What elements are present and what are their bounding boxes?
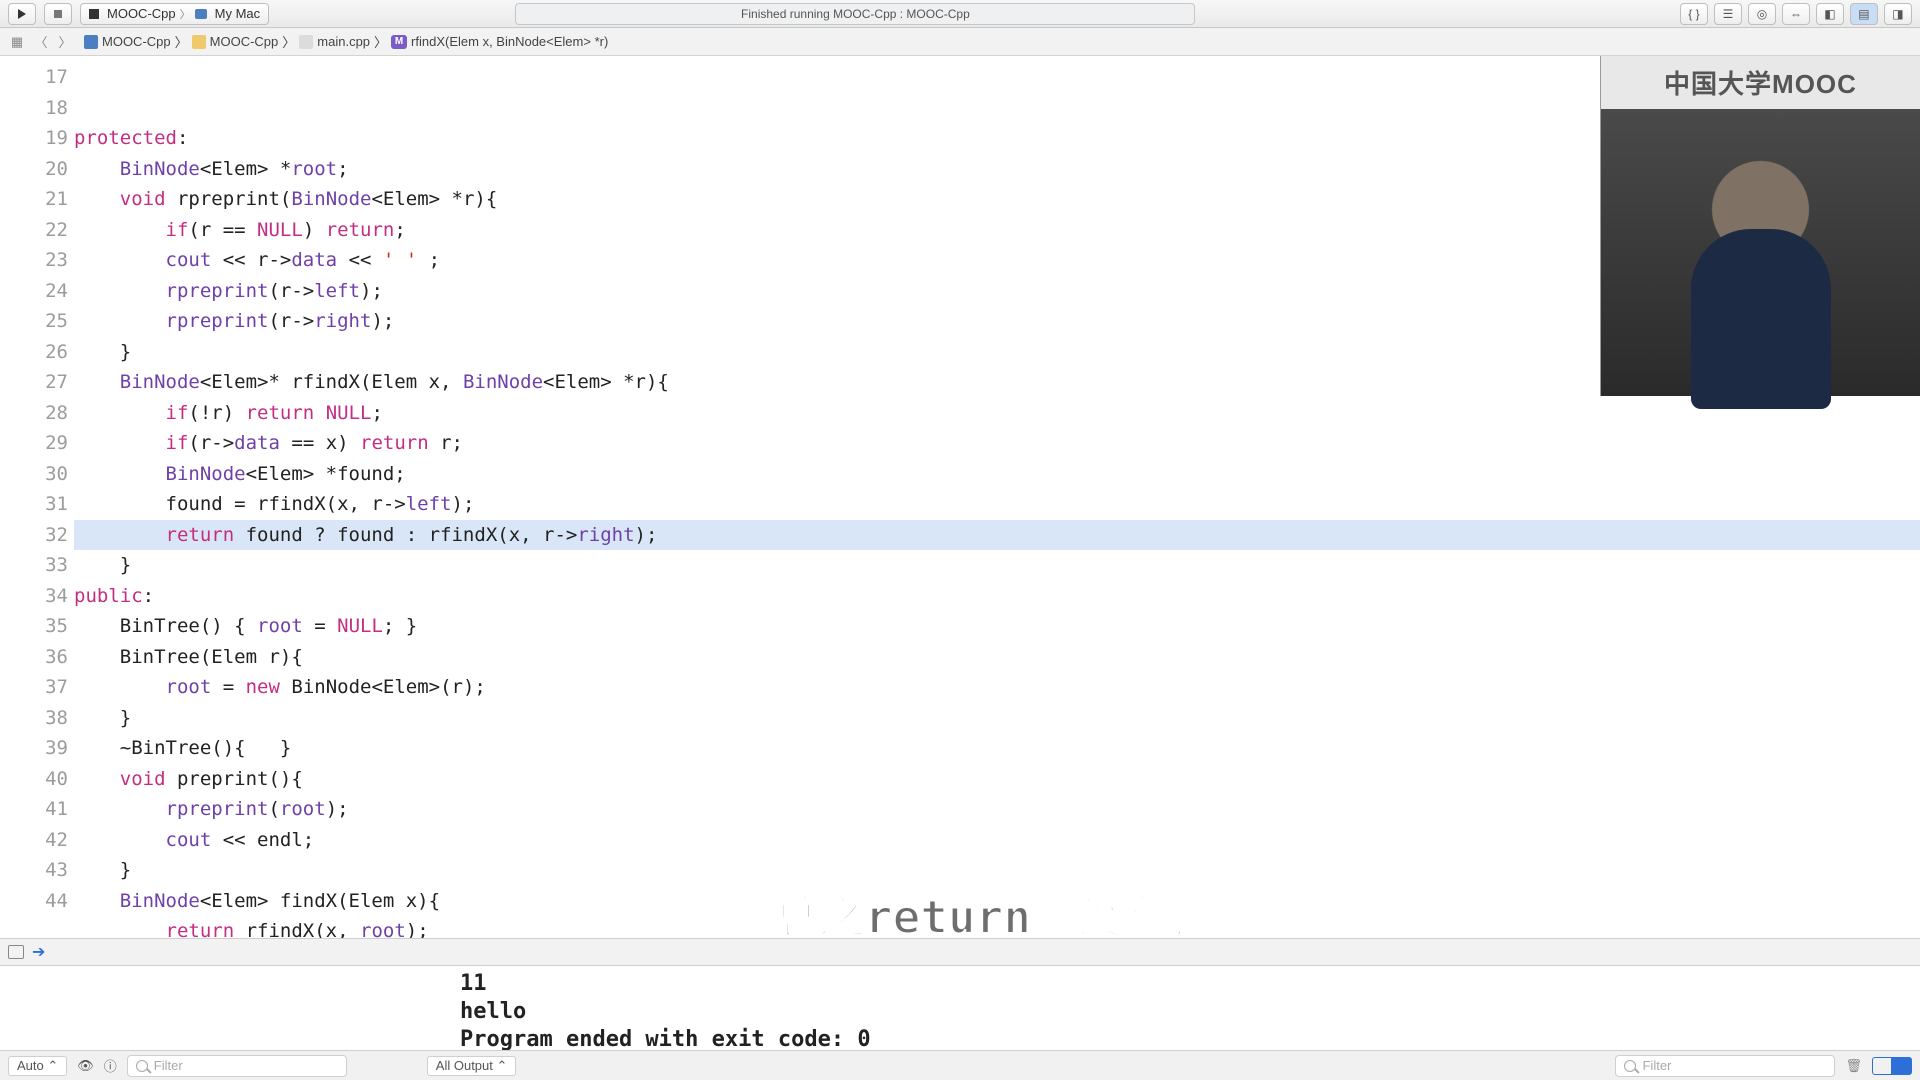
code-line[interactable]: public: — [74, 581, 1920, 612]
trash-icon[interactable]: 🗑 — [1845, 1058, 1862, 1074]
proj-icon — [84, 35, 98, 49]
code-line[interactable]: if(r->data == x) return r; — [74, 428, 1920, 459]
continue-arrow-icon[interactable]: ➔ — [32, 942, 45, 962]
code-line[interactable]: BinNode<Elem> *found; — [74, 459, 1920, 490]
square-icon — [89, 9, 99, 19]
code-line[interactable]: BinTree() { root = NULL; } — [74, 611, 1920, 642]
code-line[interactable]: if(!r) return NULL; — [74, 398, 1920, 429]
breadcrumb-segment[interactable]: MrfindX(Elem x, BinNode<Elem> *r) — [387, 34, 612, 49]
code-line[interactable]: ~BinTree(){ } — [74, 733, 1920, 764]
method-icon: M — [391, 35, 407, 49]
mac-icon — [195, 9, 207, 19]
stop-button[interactable] — [44, 3, 72, 25]
variables-filter-input[interactable]: Filter — [127, 1055, 347, 1077]
code-line[interactable]: void preprint(){ — [74, 764, 1920, 795]
output-label: All Output — [436, 1058, 493, 1073]
presenter-figure — [1601, 109, 1920, 396]
folder-icon — [192, 35, 206, 49]
eye-icon[interactable]: 👁 — [77, 1058, 94, 1074]
breadcrumb-segment[interactable]: main.cpp — [295, 34, 374, 49]
search-icon — [1624, 1060, 1636, 1072]
code-line[interactable]: } — [74, 855, 1920, 886]
jump-bar: ▦ 〈 〉 MOOC-Cpp〉MOOC-Cpp〉main.cpp〉MrfindX… — [0, 28, 1920, 56]
toggle-breakpoints-icon[interactable] — [8, 945, 24, 959]
breadcrumb-segment[interactable]: MOOC-Cpp — [188, 34, 283, 49]
code-line[interactable]: } — [74, 550, 1920, 581]
auto-label: Auto — [17, 1058, 44, 1073]
chevron-right-icon: 〉 — [180, 6, 191, 22]
debug-bar: ➔ — [0, 938, 1920, 966]
search-icon — [136, 1060, 148, 1072]
run-button[interactable] — [8, 3, 36, 25]
code-line[interactable]: root = new BinNode<Elem>(r); — [74, 672, 1920, 703]
review-button[interactable]: ⇔ — [1782, 3, 1810, 25]
panel-bottom-button[interactable]: ▤ — [1850, 3, 1878, 25]
chevron-right-icon: 〉 — [282, 32, 295, 51]
code-line[interactable]: cout << endl; — [74, 825, 1920, 856]
status-text: Finished running MOOC-Cpp : MOOC-Cpp — [741, 7, 970, 21]
breadcrumb-segment[interactable]: MOOC-Cpp — [80, 34, 175, 49]
version-editor-button[interactable]: ◎ — [1748, 3, 1776, 25]
chevron-right-icon: 〉 — [175, 32, 188, 51]
cpp-icon — [299, 35, 313, 49]
editor-area: 1718192021222324252627282930313233343536… — [0, 56, 1920, 938]
scheme-selector[interactable]: MOOC-Cpp 〉 My Mac — [80, 3, 269, 25]
webcam-overlay: 中国大学MOOC — [1600, 56, 1920, 396]
panel-right-button[interactable]: ◨ — [1884, 3, 1912, 25]
activity-status: Finished running MOOC-Cpp : MOOC-Cpp — [515, 3, 1195, 25]
code-line[interactable]: rpreprint(root); — [74, 794, 1920, 825]
assistant-editor-button[interactable]: ☰ — [1714, 3, 1742, 25]
bottom-toolbar: Auto ⌃ 👁 ⓘ Filter All Output ⌃ Filter 🗑 — [0, 1050, 1920, 1080]
scheme-project-label: MOOC-Cpp — [107, 6, 176, 21]
filter-placeholder: Filter — [154, 1058, 183, 1073]
code-line[interactable]: BinTree(Elem r){ — [74, 642, 1920, 673]
output-console[interactable]: 11 hello Program ended with exit code: 0 — [0, 966, 1920, 1050]
filter-placeholder: Filter — [1642, 1058, 1671, 1073]
scheme-target-label: My Mac — [215, 6, 261, 21]
code-line[interactable]: return rfindX(x, root); — [74, 916, 1920, 938]
breadcrumb-label: MOOC-Cpp — [102, 34, 171, 49]
code-line[interactable]: found = rfindX(x, r->left); — [74, 489, 1920, 520]
standard-editor-button[interactable]: { } — [1680, 3, 1708, 25]
code-line[interactable]: return found ? found : rfindX(x, r->righ… — [74, 520, 1920, 551]
back-button[interactable]: 〈 — [30, 32, 52, 52]
mooc-logo: 中国大学MOOC — [1601, 56, 1920, 109]
forward-button[interactable]: 〉 — [54, 32, 76, 52]
line-number-gutter: 1718192021222324252627282930313233343536… — [0, 56, 68, 938]
breadcrumb-label: main.cpp — [317, 34, 370, 49]
breadcrumb[interactable]: MOOC-Cpp〉MOOC-Cpp〉main.cpp〉MrfindX(Elem … — [80, 32, 612, 51]
console-output-selector[interactable]: All Output ⌃ — [427, 1056, 517, 1076]
chevron-right-icon: 〉 — [374, 32, 387, 51]
variables-view-selector[interactable]: Auto ⌃ — [8, 1056, 67, 1076]
code-line[interactable]: BinNode<Elem> findX(Elem x){ — [74, 886, 1920, 917]
panel-left-button[interactable]: ◧ — [1816, 3, 1844, 25]
ide-toolbar: MOOC-Cpp 〉 My Mac Finished running MOOC-… — [0, 0, 1920, 28]
code-line[interactable]: } — [74, 703, 1920, 734]
console-filter-input[interactable]: Filter — [1615, 1055, 1835, 1077]
related-items-button[interactable]: ▦ — [6, 32, 28, 52]
breadcrumb-label: rfindX(Elem x, BinNode<Elem> *r) — [411, 34, 608, 49]
breadcrumb-label: MOOC-Cpp — [210, 34, 279, 49]
info-icon[interactable]: ⓘ — [104, 1056, 117, 1075]
console-pane-toggle[interactable] — [1872, 1057, 1912, 1075]
